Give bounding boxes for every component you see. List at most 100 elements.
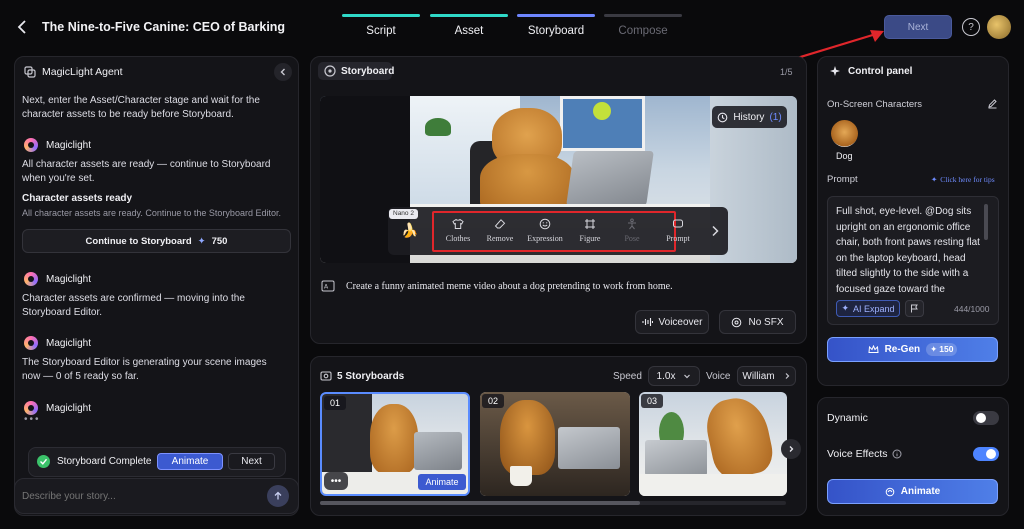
credit-cost: 750: [211, 235, 228, 247]
storyboard-thumb-01[interactable]: 01 ••• Animate: [320, 392, 470, 496]
character-avatar-dog[interactable]: [831, 120, 858, 147]
step-label: Compose: [618, 25, 668, 37]
back-arrow-icon[interactable]: [14, 18, 32, 36]
info-icon[interactable]: [892, 449, 902, 459]
storyboards-title: 5 Storyboards: [337, 371, 405, 382]
thumbs-chevron-right-icon[interactable]: [781, 439, 801, 459]
on-screen-characters-label: On-Screen Characters: [827, 99, 923, 110]
regen-button[interactable]: Re-Gen ✦ 150: [827, 337, 998, 362]
sparkle-icon: ✦: [841, 303, 849, 313]
history-button[interactable]: History (1): [712, 106, 787, 128]
step-asset[interactable]: Asset: [430, 14, 508, 44]
continue-to-storyboard-button[interactable]: Continue to Storyboard ✦ 750: [22, 229, 291, 253]
speed-select[interactable]: 1.0x: [648, 366, 700, 386]
magiclight-logo-icon: [24, 401, 38, 415]
tool-figure[interactable]: Figure: [569, 218, 611, 243]
toolbar-chevron-right-icon[interactable]: [710, 224, 720, 238]
tips-link[interactable]: ✦ Click here for tips: [931, 175, 995, 184]
agent-panel-icon: [24, 66, 36, 78]
collapse-chevron-icon[interactable]: [274, 63, 292, 81]
chevron-right-icon: [783, 372, 791, 380]
scene-plant: [425, 118, 451, 136]
scene-description: Create a funny animated meme video about…: [346, 281, 673, 292]
step-progress-bar: [517, 14, 595, 17]
tool-prompt[interactable]: Prompt: [653, 218, 703, 243]
step-label: Storyboard: [527, 25, 585, 37]
chevron-down-icon: [683, 372, 691, 380]
crown-icon: [868, 345, 879, 354]
sender-name: Magiclight: [46, 139, 92, 151]
dynamic-toggle[interactable]: [973, 411, 999, 425]
sfx-icon: [731, 317, 742, 328]
tool-expression[interactable]: Expression: [521, 218, 569, 243]
check-icon: [37, 455, 50, 468]
model-badge: Nano 2: [389, 209, 418, 219]
step-progress-bar: [430, 14, 508, 17]
user-avatar[interactable]: [987, 15, 1011, 39]
step-progress-bar: [604, 14, 682, 17]
next-button[interactable]: Next: [228, 453, 275, 470]
banana-icon[interactable]: 🍌: [401, 222, 418, 239]
regen-cost-badge: ✦ 150: [926, 343, 958, 356]
tool-remove[interactable]: Remove: [479, 218, 521, 243]
thumbs-scrollbar-track[interactable]: [320, 501, 786, 505]
voice-effects-label: Voice Effects: [827, 448, 888, 460]
voice-value: William: [742, 370, 775, 382]
help-icon[interactable]: ?: [962, 18, 980, 36]
sender-name: Magiclight: [46, 402, 92, 414]
sender-name: Magiclight: [46, 337, 92, 349]
voiceover-label: Voiceover: [658, 316, 703, 328]
edit-pencil-icon[interactable]: [987, 98, 998, 109]
next-button[interactable]: Next: [884, 15, 952, 39]
shirt-icon: [452, 218, 464, 229]
agent-panel-title: MagicLight Agent: [42, 66, 123, 78]
regen-cost: 150: [939, 344, 954, 354]
message-sender: Magiclight: [24, 401, 91, 415]
story-input[interactable]: [22, 487, 257, 505]
thumb-laptop: [645, 440, 707, 476]
prompt-label: Prompt: [827, 174, 858, 185]
ai-expand-button[interactable]: ✦ AI Expand: [836, 300, 900, 317]
prompt-text[interactable]: Full shot, eye-level. @Dog sits upright …: [836, 204, 984, 296]
step-storyboard[interactable]: Storyboard: [517, 14, 595, 44]
step-compose[interactable]: Compose: [604, 14, 682, 44]
animate-button[interactable]: Animate: [827, 479, 998, 504]
scene-tennis-ball: [593, 102, 611, 120]
message-sender: Magiclight: [24, 138, 91, 152]
voice-effects-toggle[interactable]: [973, 447, 999, 461]
storyboard-thumb-03[interactable]: 03: [639, 392, 787, 496]
storyboard-complete-label: Storyboard Complete: [57, 456, 152, 467]
tool-clothes[interactable]: Clothes: [437, 218, 479, 243]
magiclight-logo-icon: [24, 272, 38, 286]
voice-select[interactable]: William: [737, 366, 796, 386]
storyboard-thumb-02[interactable]: 02: [480, 392, 630, 496]
tool-label: Figure: [579, 234, 601, 243]
figure-frame-icon: [585, 219, 595, 229]
sender-name: Magiclight: [46, 273, 92, 285]
pose-icon: [628, 218, 636, 230]
thumb-animate-button[interactable]: Animate: [418, 474, 466, 490]
no-sfx-label: No SFX: [748, 316, 784, 328]
animate-icon: [885, 487, 895, 497]
scene-laptop: [566, 151, 654, 206]
flag-icon[interactable]: [905, 300, 924, 317]
send-icon[interactable]: [267, 485, 289, 507]
thumb-dog: [500, 400, 555, 475]
no-sfx-button[interactable]: No SFX: [719, 310, 796, 334]
svg-text:A: A: [324, 284, 329, 291]
voiceover-button[interactable]: Voiceover: [635, 310, 709, 334]
prompt-scrollbar[interactable]: [984, 204, 988, 240]
text-prompt-icon: A: [321, 280, 335, 292]
step-script[interactable]: Script: [342, 14, 420, 44]
message-sender: Magiclight: [24, 336, 91, 350]
thumb-number: 03: [641, 394, 663, 408]
agent-message: The Storyboard Editor is generating your…: [22, 357, 267, 382]
thumb-desk: [639, 474, 787, 496]
thumbs-scrollbar-thumb[interactable]: [320, 501, 640, 505]
tool-pose[interactable]: Pose: [611, 218, 653, 243]
more-options-icon[interactable]: •••: [324, 472, 348, 490]
thumb-number: 01: [324, 396, 346, 410]
thumb-laptop: [558, 427, 620, 469]
control-panel-icon: [829, 65, 841, 77]
animate-button[interactable]: Animate: [157, 453, 223, 470]
